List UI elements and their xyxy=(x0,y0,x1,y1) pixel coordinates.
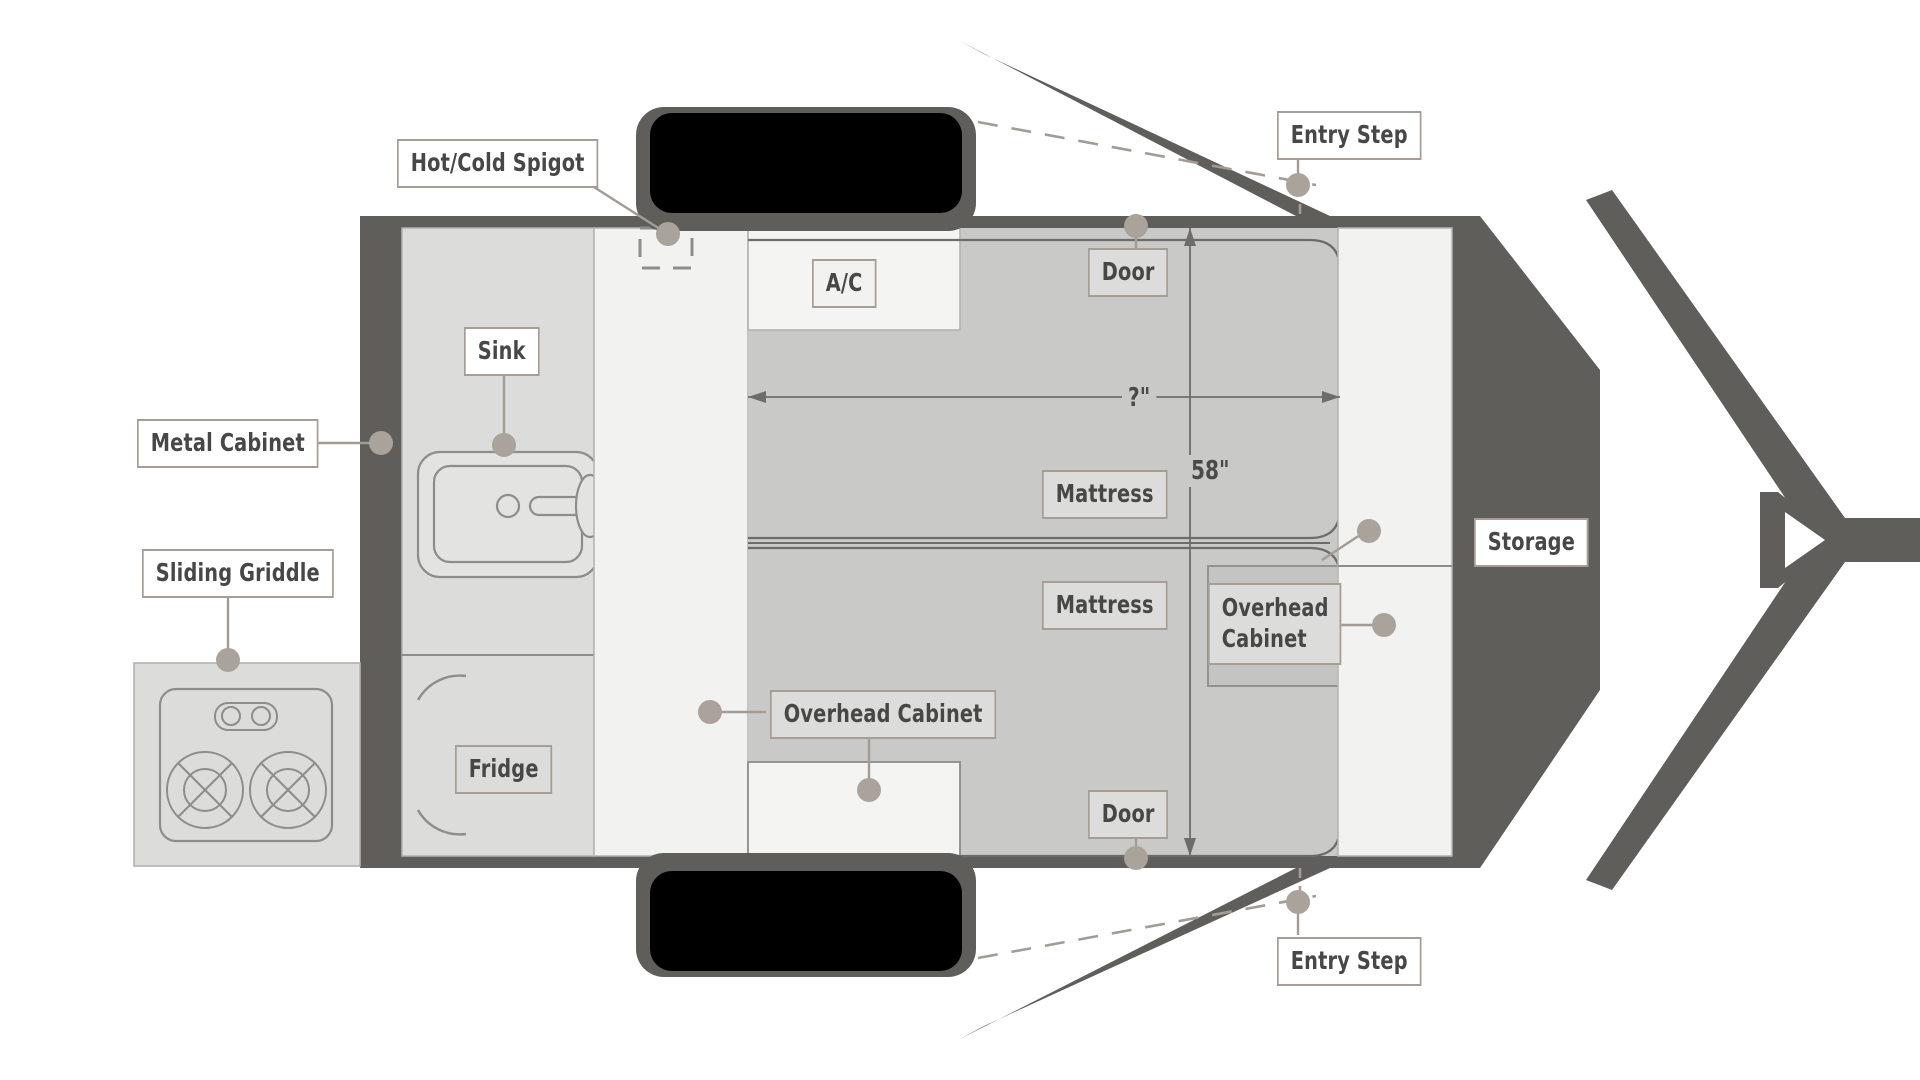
callout-door-bottom-label: Door xyxy=(1101,799,1155,828)
anchor-overhead-cabinet-right-diag xyxy=(1357,519,1381,543)
anchor-sink xyxy=(492,433,516,457)
storage-bay xyxy=(1337,227,1453,857)
callout-hot-cold-spigot-label: Hot/Cold Spigot xyxy=(410,148,585,177)
callout-entry-step-top-label: Entry Step xyxy=(1290,120,1408,149)
dimension-width-value: ?" xyxy=(1128,383,1151,413)
callout-overhead-cabinet-right[interactable]: Overhead Cabinet xyxy=(1208,583,1342,665)
door-panel-bottom xyxy=(958,868,1330,1040)
anchor-overhead-cabinet-left-side xyxy=(698,700,722,724)
callout-sink[interactable]: Sink xyxy=(464,327,540,376)
callout-mattress-top[interactable]: Mattress xyxy=(1042,470,1168,519)
callout-overhead-cabinet-right-line1: Overhead xyxy=(1221,593,1329,622)
callout-hot-cold-spigot[interactable]: Hot/Cold Spigot xyxy=(397,139,599,188)
callout-sliding-griddle-label: Sliding Griddle xyxy=(155,558,320,587)
callout-storage-label: Storage xyxy=(1487,527,1575,556)
callout-fridge-label: Fridge xyxy=(468,754,539,783)
anchor-entry-step-top xyxy=(1286,173,1310,197)
callout-fridge[interactable]: Fridge xyxy=(455,745,553,794)
dimension-width-text: ?" xyxy=(1122,382,1157,414)
hitch-coupler-plate xyxy=(1760,492,1778,588)
callout-door-top-label: Door xyxy=(1101,257,1155,286)
trailer-floor-plan-svg xyxy=(133,40,1920,1040)
anchor-hot-cold-spigot xyxy=(656,222,680,246)
hitch-rail-upper xyxy=(1586,190,1845,535)
callout-door-top[interactable]: Door xyxy=(1088,248,1169,297)
hitch-rail-lower xyxy=(1586,545,1845,890)
callout-mattress-bottom-label: Mattress xyxy=(1055,590,1154,619)
callout-ac[interactable]: A/C xyxy=(812,259,877,308)
anchor-entry-step-bottom xyxy=(1286,890,1310,914)
callout-mattress-bottom[interactable]: Mattress xyxy=(1042,581,1168,630)
wheel-assembly-bottom xyxy=(636,853,976,977)
callout-metal-cabinet[interactable]: Metal Cabinet xyxy=(137,419,319,468)
door-swing-bottom xyxy=(958,868,1330,1040)
anchor-sliding-griddle xyxy=(216,648,240,672)
callout-entry-step-bottom[interactable]: Entry Step xyxy=(1277,937,1422,986)
dimension-length-value: 58" xyxy=(1191,456,1230,486)
anchor-door-bottom xyxy=(1124,846,1148,870)
tire-bottom xyxy=(650,871,962,971)
corridor-area xyxy=(593,227,749,857)
callout-overhead-cabinet-right-line2: Cabinet xyxy=(1221,623,1307,653)
anchor-overhead-cabinet-right-horiz xyxy=(1372,613,1396,637)
wheel-assembly-top xyxy=(636,107,976,231)
sliding-griddle-fixture xyxy=(133,662,361,867)
callout-sink-label: Sink xyxy=(477,336,526,365)
door-swing-top xyxy=(958,40,1330,216)
anchor-door-top xyxy=(1124,214,1148,238)
callout-overhead-cabinet-left-label: Overhead Cabinet xyxy=(783,699,983,728)
dimension-length-text: 58" xyxy=(1185,455,1236,487)
callout-metal-cabinet-label: Metal Cabinet xyxy=(150,428,305,457)
sink-fixture xyxy=(416,450,606,579)
callout-mattress-top-label: Mattress xyxy=(1055,479,1154,508)
callout-entry-step-bottom-label: Entry Step xyxy=(1290,946,1408,975)
anchor-metal-cabinet xyxy=(369,431,393,455)
anchor-overhead-cabinet-left-down xyxy=(857,778,881,802)
callout-sliding-griddle[interactable]: Sliding Griddle xyxy=(142,549,334,598)
callout-entry-step-top[interactable]: Entry Step xyxy=(1277,111,1422,160)
callout-storage[interactable]: Storage xyxy=(1474,518,1589,567)
callout-ac-label: A/C xyxy=(825,268,863,297)
overhead-cabinet-left-block xyxy=(747,761,961,857)
tire-top xyxy=(650,113,962,213)
trailer-hitch-assembly xyxy=(1586,190,1920,890)
callout-door-bottom[interactable]: Door xyxy=(1088,790,1169,839)
floor-plan-canvas: Hot/Cold Spigot Metal Cabinet Sliding Gr… xyxy=(0,0,1920,1080)
callout-overhead-cabinet-left[interactable]: Overhead Cabinet xyxy=(770,690,997,739)
